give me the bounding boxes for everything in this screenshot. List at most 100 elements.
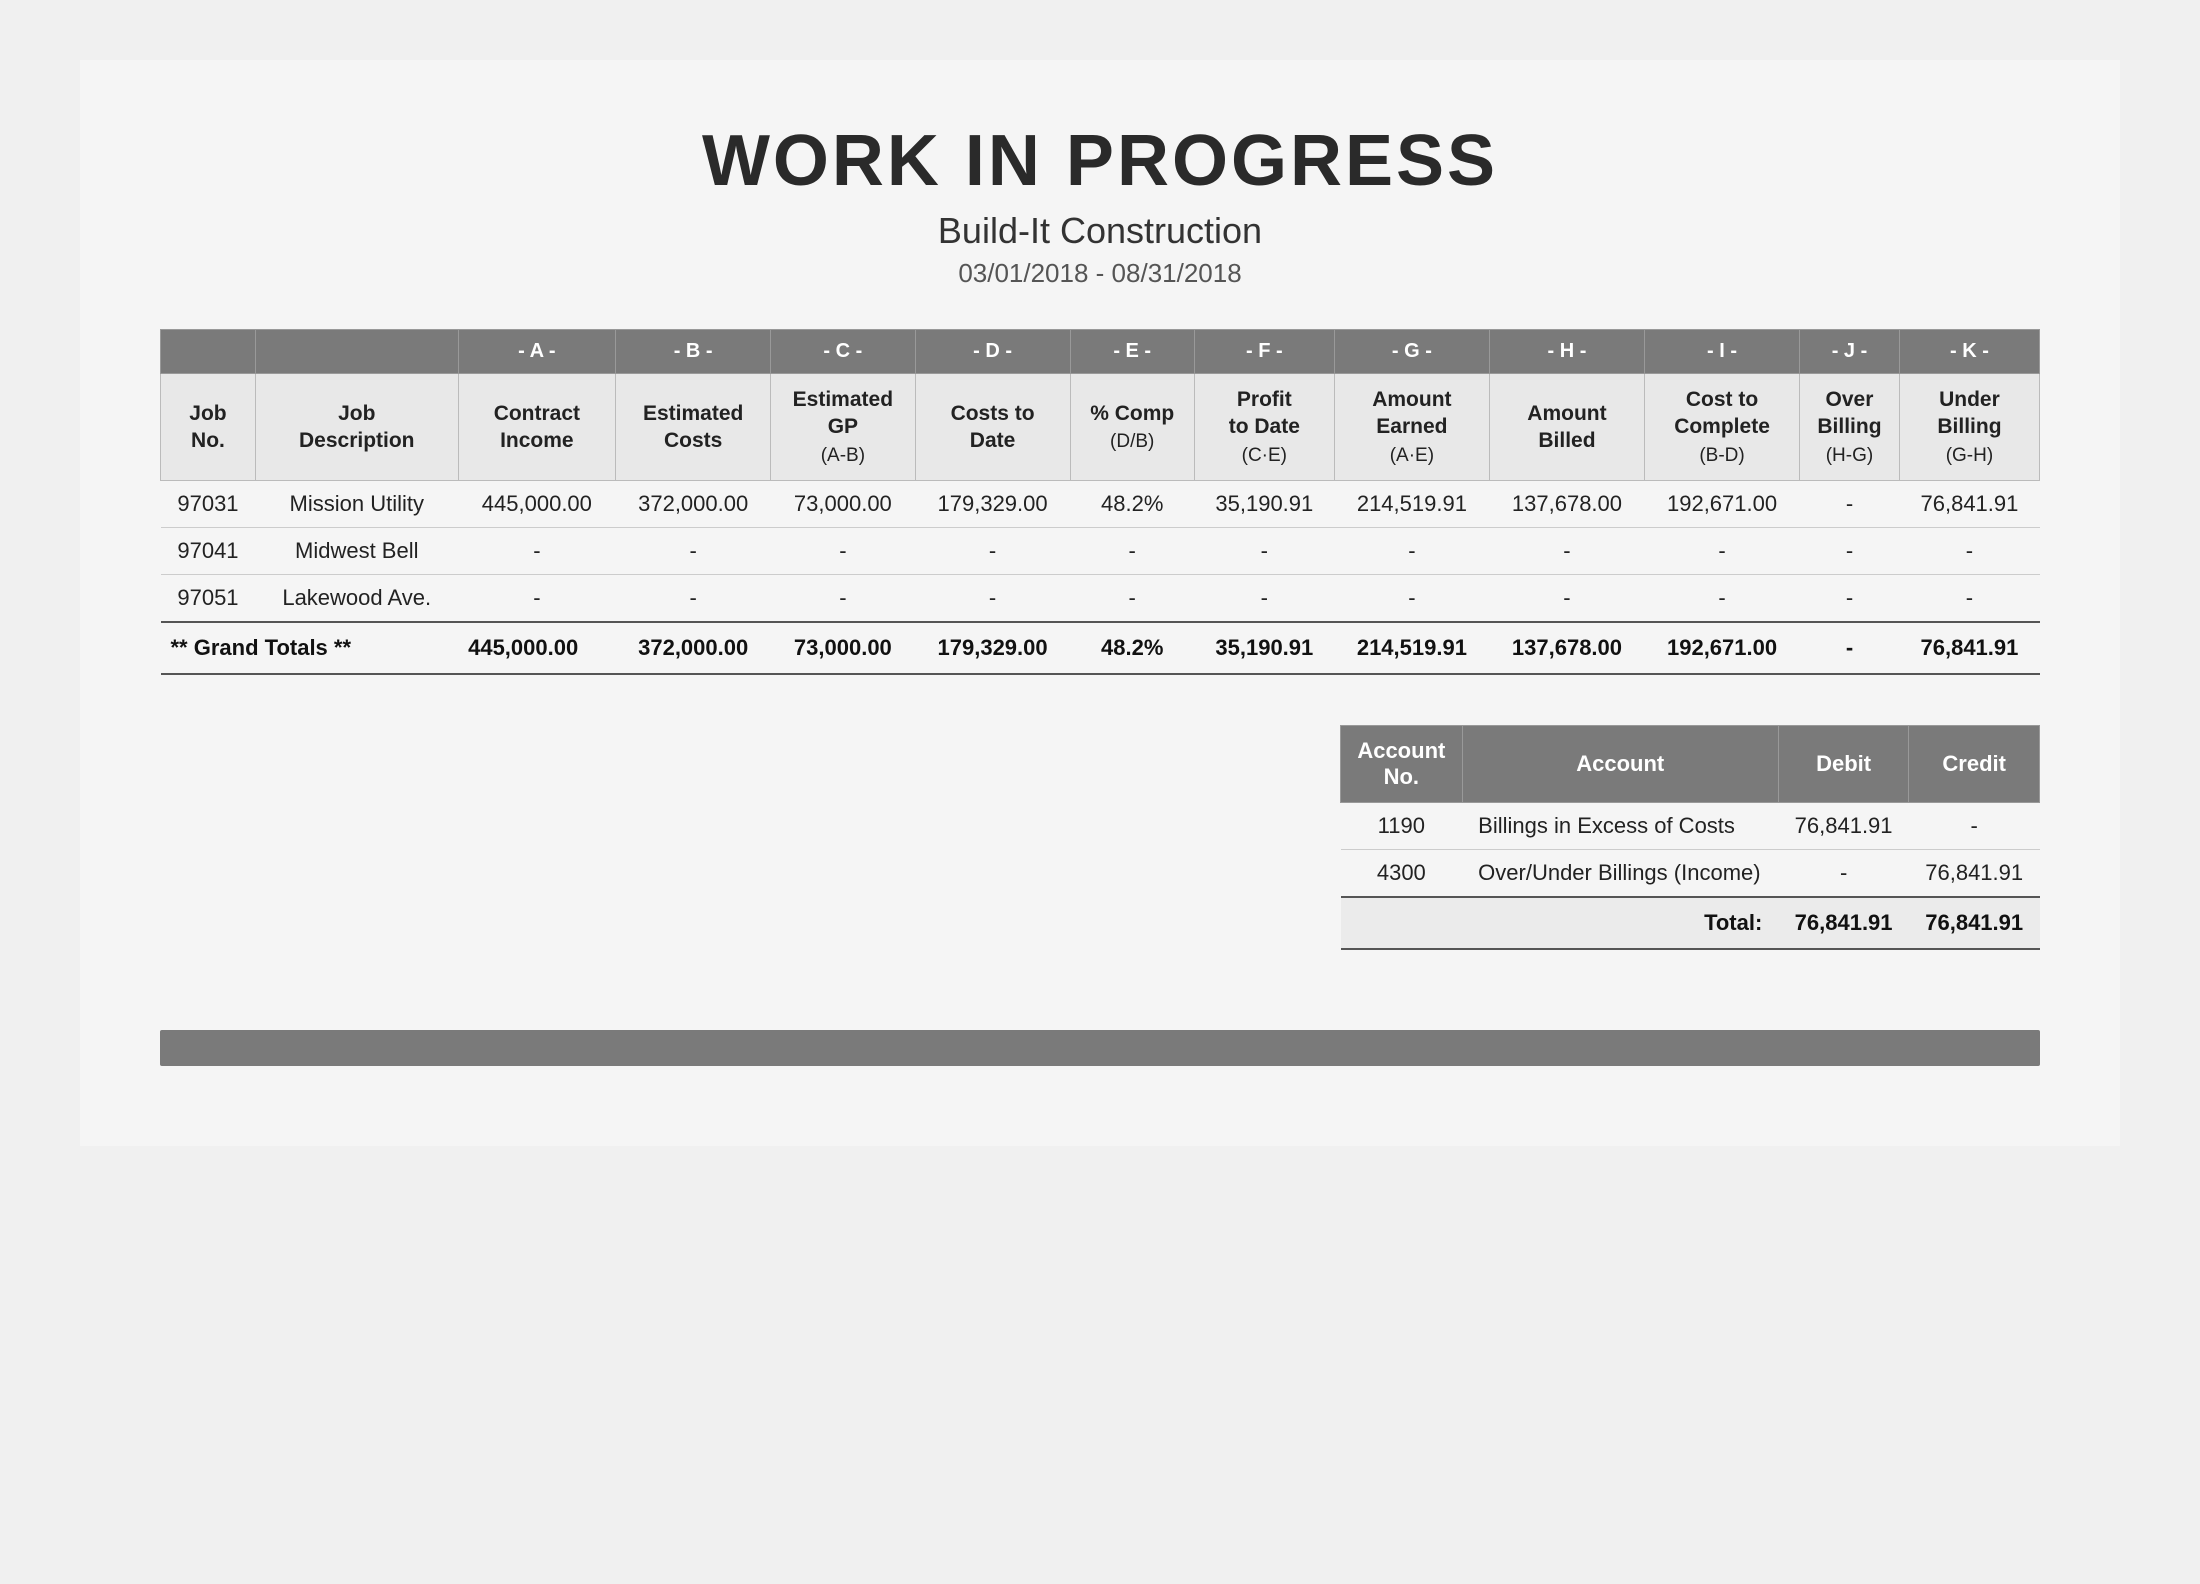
amount-billed: -: [1489, 528, 1644, 575]
col-header-amount-billed: AmountBilled: [1489, 374, 1644, 481]
col-letter-f: - F -: [1194, 330, 1334, 374]
table-row: 97041 Midwest Bell - - - - - - - - - - -: [161, 528, 2040, 575]
account-totals-row: Total: 76,841.91 76,841.91: [1341, 897, 2040, 949]
col-letter-g: - G -: [1334, 330, 1489, 374]
est-costs: -: [616, 575, 771, 623]
profit-to-date: -: [1194, 528, 1334, 575]
profit-to-date: -: [1194, 575, 1334, 623]
wip-table: - A - - B - - C - - D - - E - - F - - G …: [160, 329, 2040, 675]
company-name: Build-It Construction: [160, 210, 2040, 252]
col-account-no: AccountNo.: [1341, 726, 1463, 803]
cost-to-complete: -: [1645, 528, 1800, 575]
col-letter-h: - H -: [1489, 330, 1644, 374]
pct-comp: -: [1070, 575, 1194, 623]
col-header-contract-income: ContractIncome: [458, 374, 616, 481]
over-billing: -: [1800, 528, 1900, 575]
job-desc: Midwest Bell: [255, 528, 458, 575]
est-costs: 372,000.00: [616, 481, 771, 528]
table-row: 97031 Mission Utility 445,000.00 372,000…: [161, 481, 2040, 528]
totals-credit: 76,841.91: [1909, 897, 2040, 949]
totals-empty1: [1341, 897, 1463, 949]
est-gp: -: [771, 528, 915, 575]
pct-comp: 48.2%: [1070, 481, 1194, 528]
col-header-under-billing: UnderBilling(G-H): [1899, 374, 2039, 481]
credit: 76,841.91: [1909, 850, 2040, 898]
job-desc: Mission Utility: [255, 481, 458, 528]
credit: -: [1909, 803, 2040, 850]
est-gp: 73,000.00: [771, 481, 915, 528]
over-billing: -: [1800, 481, 1900, 528]
col-credit: Credit: [1909, 726, 2040, 803]
under-billing: -: [1899, 528, 2039, 575]
totals-label: ** Grand Totals **: [161, 622, 459, 674]
bottom-bar: [160, 1030, 2040, 1066]
totals-under-billing: 76,841.91: [1899, 622, 2039, 674]
amount-earned: 214,519.91: [1334, 481, 1489, 528]
totals-profit-to-date: 35,190.91: [1194, 622, 1334, 674]
totals-est-gp: 73,000.00: [771, 622, 915, 674]
job-no: 97051: [161, 575, 256, 623]
est-costs: -: [616, 528, 771, 575]
costs-to-date: -: [915, 575, 1070, 623]
totals-est-costs: 372,000.00: [616, 622, 771, 674]
debit: -: [1778, 850, 1909, 898]
col-debit: Debit: [1778, 726, 1909, 803]
col-letter-empty1: [161, 330, 256, 374]
amount-billed: 137,678.00: [1489, 481, 1644, 528]
cost-to-complete: 192,671.00: [1645, 481, 1800, 528]
cost-to-complete: -: [1645, 575, 1800, 623]
under-billing: 76,841.91: [1899, 481, 2039, 528]
totals-cost-to-complete: 192,671.00: [1645, 622, 1800, 674]
col-header-costs-to-date: Costs toDate: [915, 374, 1070, 481]
col-letter-b: - B -: [616, 330, 771, 374]
debit: 76,841.91: [1778, 803, 1909, 850]
account-name: Billings in Excess of Costs: [1462, 803, 1778, 850]
account-section: AccountNo. Account Debit Credit 1190 Bil…: [160, 725, 2040, 950]
under-billing: -: [1899, 575, 2039, 623]
col-letter-i: - I -: [1645, 330, 1800, 374]
table-row: 1190 Billings in Excess of Costs 76,841.…: [1341, 803, 2040, 850]
totals-amount-billed: 137,678.00: [1489, 622, 1644, 674]
col-account: Account: [1462, 726, 1778, 803]
totals-costs-to-date: 179,329.00: [915, 622, 1070, 674]
col-header-job-no: JobNo.: [161, 374, 256, 481]
col-letter-c: - C -: [771, 330, 915, 374]
job-no: 97041: [161, 528, 256, 575]
job-desc: Lakewood Ave.: [255, 575, 458, 623]
contract-income: 445,000.00: [458, 481, 616, 528]
totals-over-billing: -: [1800, 622, 1900, 674]
col-letter-e: - E -: [1070, 330, 1194, 374]
costs-to-date: -: [915, 528, 1070, 575]
col-header-over-billing: OverBilling(H-G): [1800, 374, 1900, 481]
col-letter-a: - A -: [458, 330, 616, 374]
totals-label: Total:: [1462, 897, 1778, 949]
report-page: WORK IN PROGRESS Build-It Construction 0…: [80, 60, 2120, 1146]
col-header-profit-to-date: Profitto Date(C·E): [1194, 374, 1334, 481]
col-header-cost-to-complete: Cost toComplete(B-D): [1645, 374, 1800, 481]
amount-earned: -: [1334, 528, 1489, 575]
col-header-amount-earned: AmountEarned(A·E): [1334, 374, 1489, 481]
contract-income: -: [458, 528, 616, 575]
col-letter-k: - K -: [1899, 330, 2039, 374]
totals-pct-comp: 48.2%: [1070, 622, 1194, 674]
account-headers-row: AccountNo. Account Debit Credit: [1341, 726, 2040, 803]
totals-row: ** Grand Totals ** 445,000.00 372,000.00…: [161, 622, 2040, 674]
col-letter-d: - D -: [915, 330, 1070, 374]
table-row: 97051 Lakewood Ave. - - - - - - - - - - …: [161, 575, 2040, 623]
col-header-pct-comp: % Comp(D/B): [1070, 374, 1194, 481]
col-header-est-costs: EstimatedCosts: [616, 374, 771, 481]
totals-contract-income: 445,000.00: [458, 622, 616, 674]
column-letters-row: - A - - B - - C - - D - - E - - F - - G …: [161, 330, 2040, 374]
over-billing: -: [1800, 575, 1900, 623]
costs-to-date: 179,329.00: [915, 481, 1070, 528]
totals-amount-earned: 214,519.91: [1334, 622, 1489, 674]
profit-to-date: 35,190.91: [1194, 481, 1334, 528]
amount-billed: -: [1489, 575, 1644, 623]
amount-earned: -: [1334, 575, 1489, 623]
col-header-est-gp: EstimatedGP(A-B): [771, 374, 915, 481]
col-letter-j: - J -: [1800, 330, 1900, 374]
account-table: AccountNo. Account Debit Credit 1190 Bil…: [1340, 725, 2040, 950]
account-no: 1190: [1341, 803, 1463, 850]
report-title: WORK IN PROGRESS: [160, 120, 2040, 202]
est-gp: -: [771, 575, 915, 623]
